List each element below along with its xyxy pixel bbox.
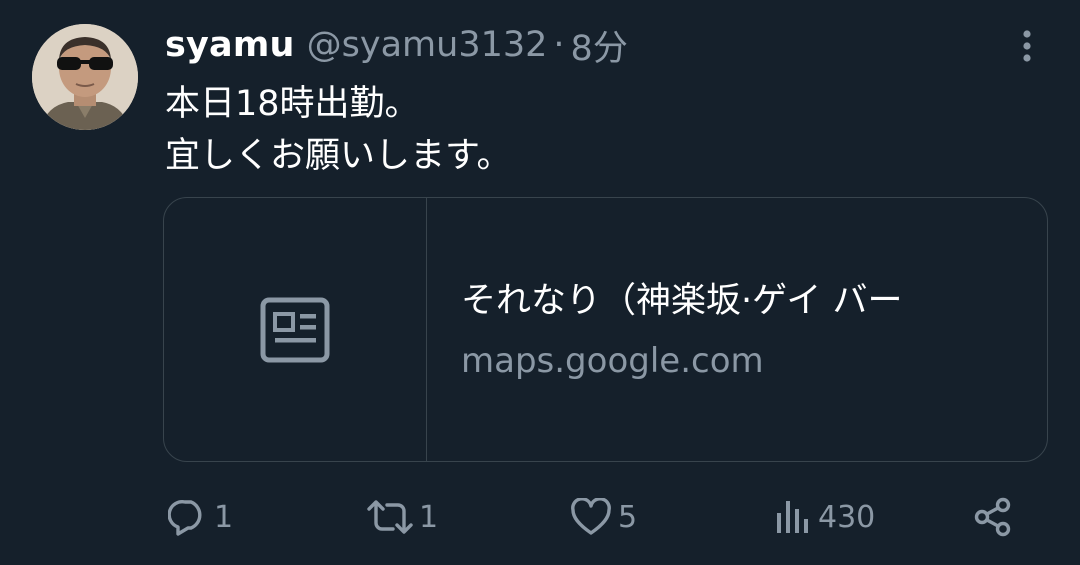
reply-button[interactable]: 1 [168,494,233,540]
tweet[interactable]: syamu @syamu3132 · 8分 本日18時出勤。 宜しくお願いします… [0,0,1080,565]
retweet-count: 1 [419,499,439,535]
share-button[interactable] [972,494,1014,540]
card-media [164,198,427,461]
tweet-text: 本日18時出勤。 宜しくお願いします。 [165,78,512,182]
card-title: それなり（神楽坂·ゲイ バー [461,280,903,321]
action-bar: 1 1 5 430 [0,494,1080,540]
retweet-icon [367,500,413,534]
like-button[interactable]: 5 [570,494,637,540]
reply-count: 1 [214,499,234,535]
like-count: 5 [618,499,638,535]
avatar[interactable] [32,24,138,130]
views-button[interactable]: 430 [772,494,875,540]
link-card[interactable]: それなり（神楽坂·ゲイ バー maps.google.com [163,197,1048,462]
avatar-image [32,24,138,130]
card-body: それなり（神楽坂·ゲイ バー maps.google.com [427,198,1047,461]
share-icon [974,497,1011,537]
more-options-button[interactable] [1007,25,1047,67]
card-domain: maps.google.com [461,340,764,381]
tweet-header: syamu @syamu3132 · 8分 [165,20,628,71]
timestamp[interactable]: 8分 [571,20,628,71]
retweet-button[interactable]: 1 [367,494,438,540]
tweet-text-line: 宜しくお願いします。 [165,136,512,176]
tweet-text-line: 本日18時出勤。 [165,84,420,124]
separator-dot: · [553,25,565,65]
reply-icon [168,500,202,536]
views-icon [777,501,808,533]
views-count: 430 [818,499,876,535]
heart-icon [571,498,611,535]
user-handle[interactable]: @syamu3132 [307,25,548,65]
article-icon [260,297,330,362]
display-name[interactable]: syamu [165,25,295,65]
more-vertical-icon [1023,30,1031,62]
